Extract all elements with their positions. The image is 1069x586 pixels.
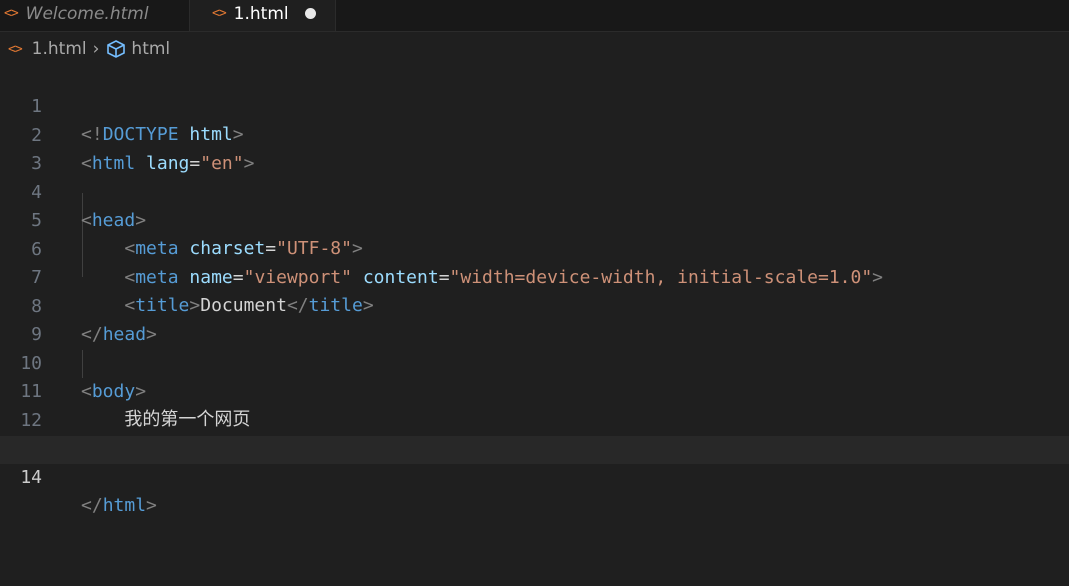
code-line[interactable]: 8 </head> (0, 265, 1069, 345)
html-code-icon: <> (8, 41, 23, 57)
code-editor[interactable]: 1 <!DOCTYPE html> 2 <html lang="en"> 3 4… (0, 65, 1069, 586)
tab-1-html[interactable]: <> 1.html (190, 0, 336, 31)
breadcrumb: <> 1.html › html (0, 32, 1069, 66)
html-code-icon: <> (4, 6, 19, 21)
html-code-icon: <> (212, 6, 227, 21)
current-code-line[interactable]: 14 </html> (0, 435, 1069, 516)
code-line[interactable]: 4 <head> (0, 151, 1069, 231)
code-line[interactable]: 3 (0, 122, 1069, 174)
code-line[interactable]: 13 (0, 407, 1069, 459)
code-line[interactable]: 12 </body> (0, 379, 1069, 459)
code-line[interactable]: 10 <body> (0, 322, 1069, 402)
code-line[interactable]: 1 <!DOCTYPE html> (0, 65, 1069, 145)
code-line[interactable]: 6 <meta name="viewport" content="width=d… (0, 208, 1069, 288)
tab-welcome-html[interactable]: <> Welcome.html (0, 0, 190, 31)
code-line[interactable]: 9 (0, 293, 1069, 345)
breadcrumb-file[interactable]: 1.html (32, 39, 87, 59)
line-content: </html> (81, 494, 157, 516)
tab-label: Welcome.html (25, 3, 149, 24)
chevron-right-icon: › (92, 39, 100, 59)
code-line[interactable]: 11 我的第一个网页 (0, 350, 1069, 430)
symbol-cube-icon (107, 40, 126, 58)
code-line[interactable]: 2 <html lang="en"> (0, 94, 1069, 174)
tab-label: 1.html (233, 3, 289, 24)
breadcrumb-symbol[interactable]: html (131, 39, 170, 59)
unsaved-changes-dot-icon[interactable] (304, 8, 316, 19)
editor-tab-bar: <> Welcome.html <> 1.html (0, 0, 1069, 32)
code-line[interactable]: 7 <title>Document</title> (0, 236, 1069, 316)
code-line[interactable]: 5 <meta charset="UTF-8"> (0, 179, 1069, 259)
line-number: 14 (20, 466, 42, 488)
